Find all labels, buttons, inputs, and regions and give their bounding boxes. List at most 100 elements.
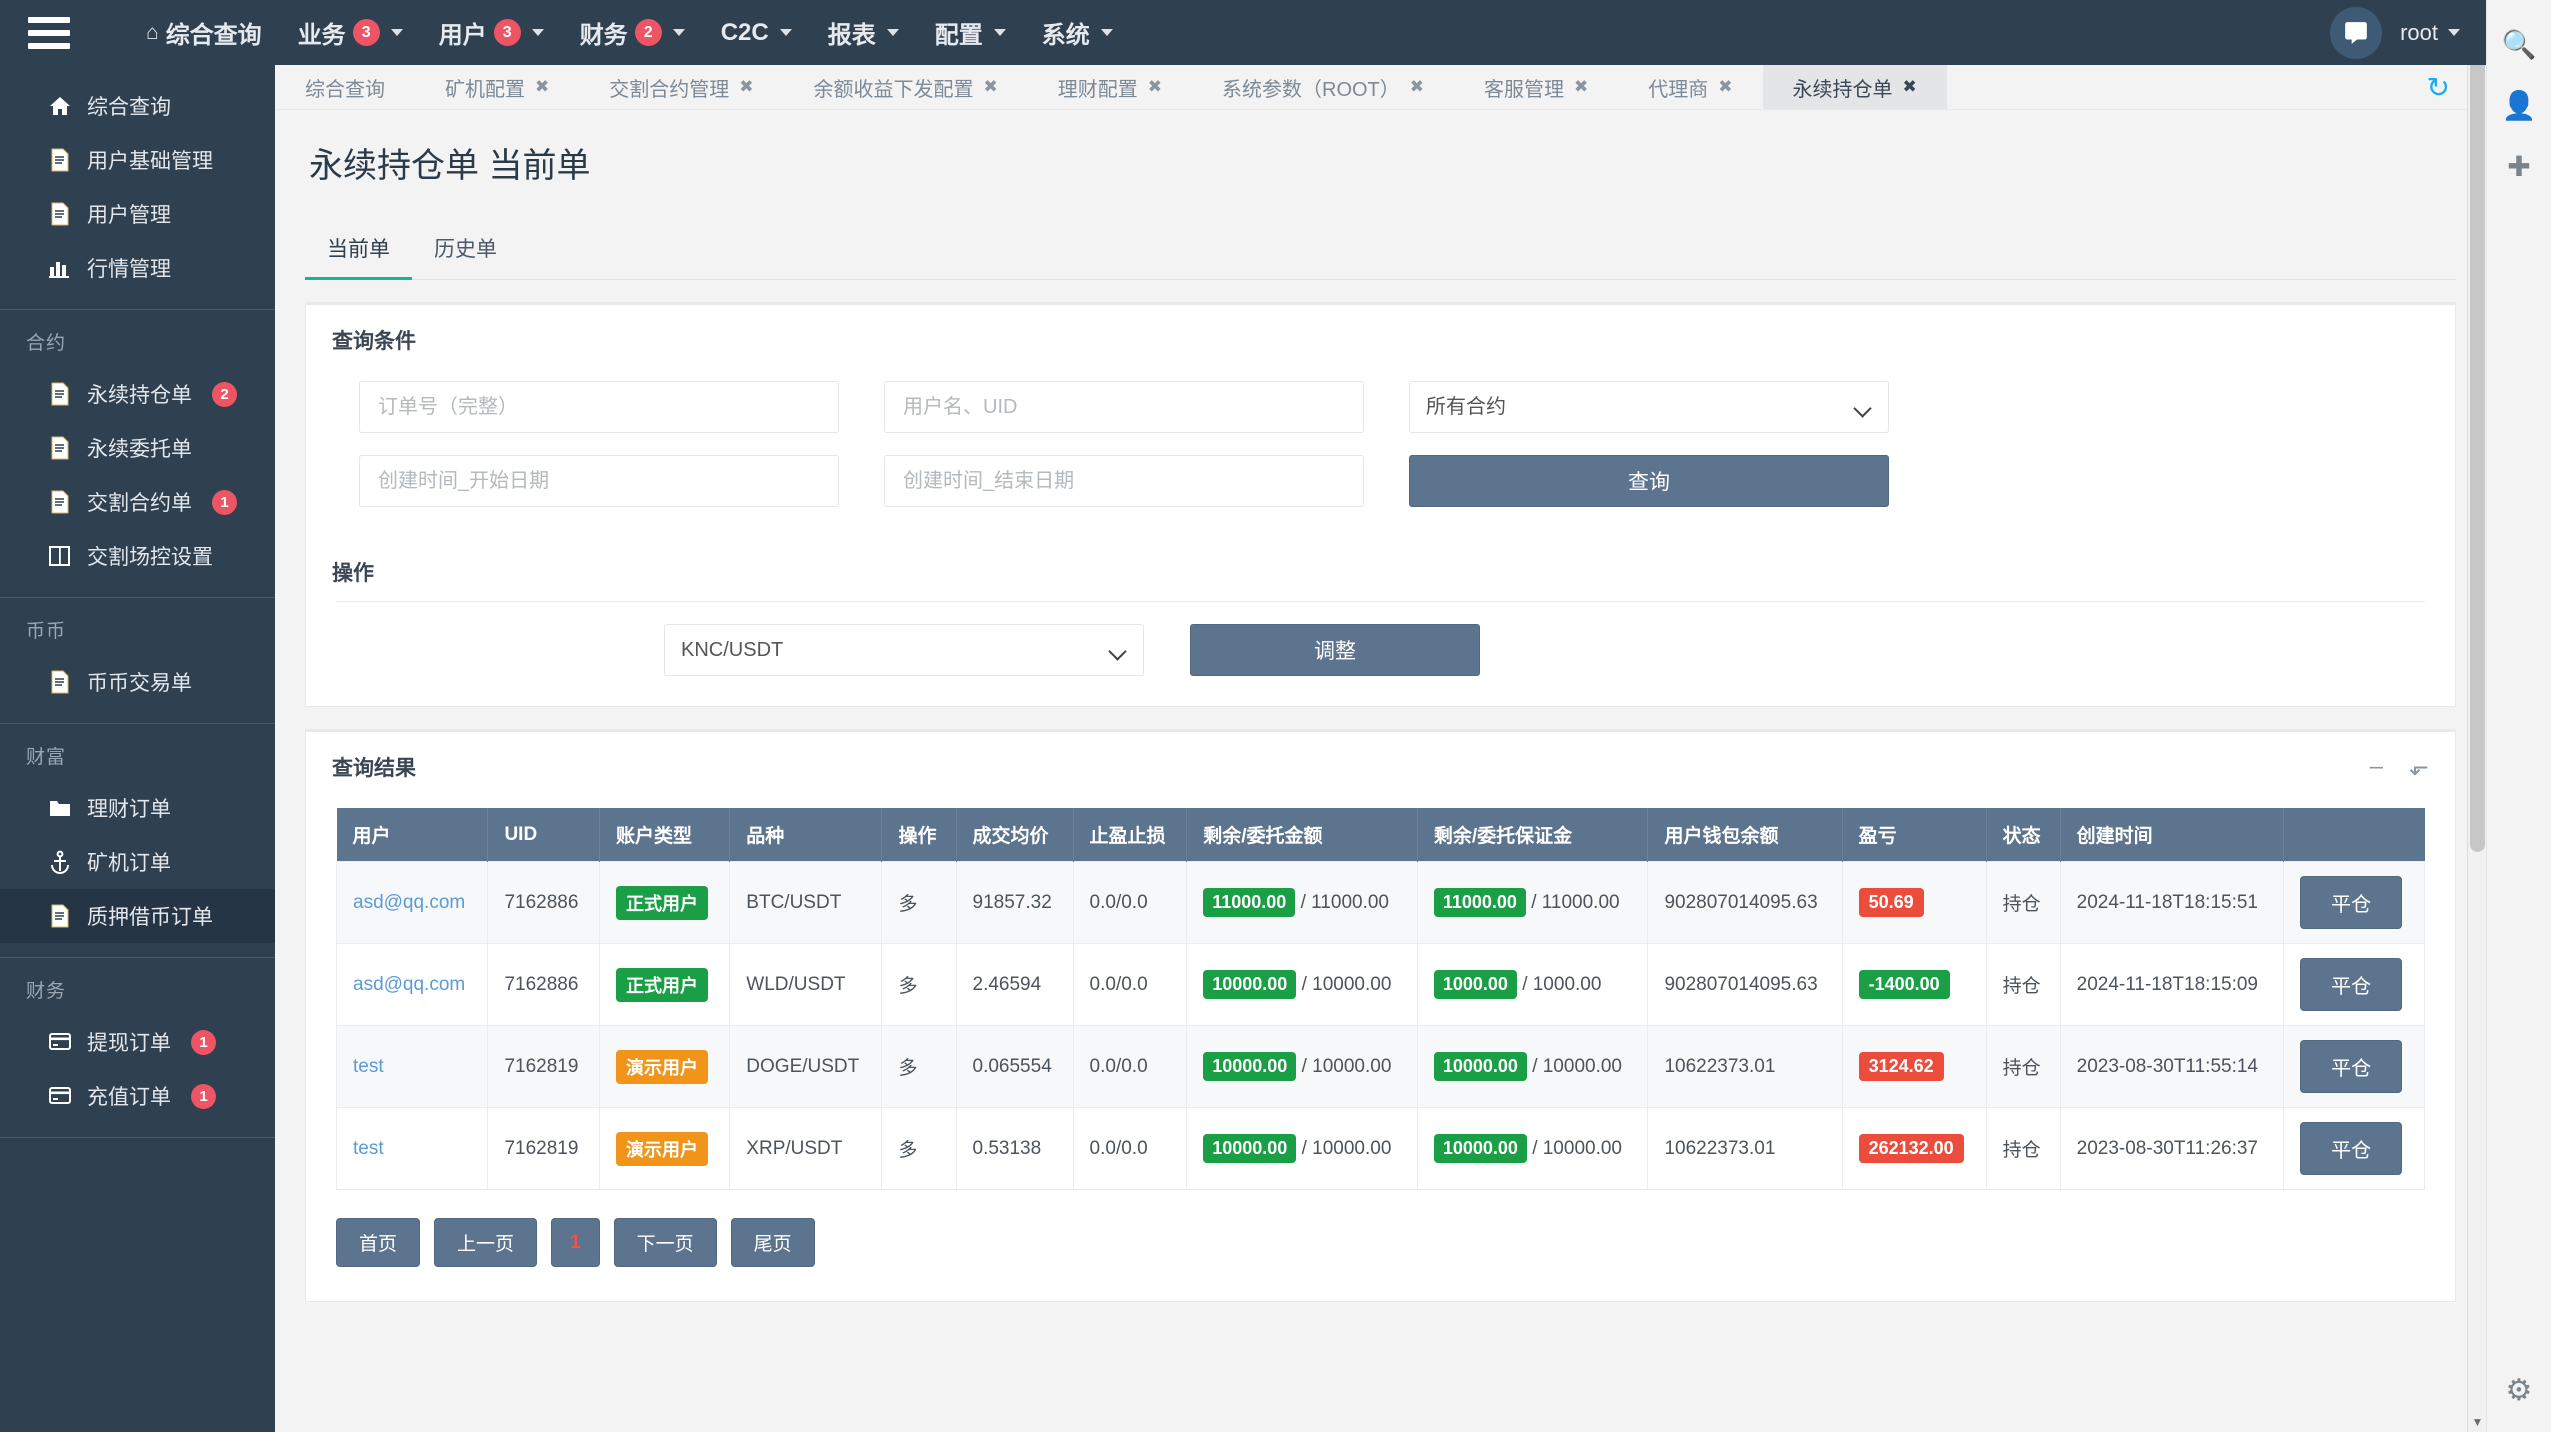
close-position-button[interactable]: 平仓	[2300, 958, 2403, 1011]
tab-7[interactable]: 代理商 ✖	[1618, 65, 1762, 109]
sub-tab-1[interactable]: 历史单	[412, 223, 519, 280]
tab-0[interactable]: 综合查询	[275, 65, 415, 109]
top-nav-item-1[interactable]: 业务 3	[280, 0, 421, 65]
sidebar-item-0-1[interactable]: 用户基础管理	[0, 133, 275, 187]
sidebar-group-header: 财富	[26, 747, 67, 768]
top-nav-item-0[interactable]: ⌂ 综合查询	[128, 0, 280, 65]
close-icon[interactable]: ✖	[1903, 77, 1917, 97]
sidebar-item-0-3[interactable]: 行情管理	[0, 241, 275, 295]
close-position-button[interactable]: 平仓	[2300, 876, 2403, 929]
symbol-select[interactable]: KNC/USDT	[664, 624, 1144, 676]
close-position-button[interactable]: 平仓	[2300, 1122, 2403, 1175]
sidebar-item-0-0[interactable]: 综合查询	[0, 79, 275, 133]
sidebar-item-3-0[interactable]: 理财订单	[0, 781, 275, 835]
sidebar-item-0-2[interactable]: 用户管理	[0, 187, 275, 241]
sidebar-item-badge: 1	[191, 1029, 216, 1055]
user-name-label: root	[2400, 19, 2438, 45]
top-nav-item-2[interactable]: 用户 3	[421, 0, 562, 65]
file-icon	[47, 148, 73, 172]
sub-tab-0[interactable]: 当前单	[305, 223, 412, 280]
search-button[interactable]: 查询	[1409, 455, 1889, 507]
close-icon[interactable]: ✖	[1148, 77, 1162, 97]
end-date-input[interactable]	[884, 455, 1364, 507]
sidebar-item-label: 永续委托单	[87, 438, 192, 461]
cell-uid: 7162886	[487, 861, 600, 944]
close-icon[interactable]: ✖	[739, 77, 753, 97]
close-icon[interactable]: ✖	[1410, 77, 1424, 97]
amount-total: / 10000.00	[1301, 974, 1392, 995]
sidebar-item-3-2[interactable]: 质押借币订单	[0, 889, 275, 943]
chat-icon	[2345, 21, 2367, 44]
tab-5[interactable]: 系统参数（ROOT） ✖	[1192, 65, 1454, 109]
top-nav-item-4[interactable]: C2C	[703, 0, 810, 65]
sidebar-item-2-0[interactable]: 币币交易单	[0, 655, 275, 709]
user-uid-input[interactable]	[884, 381, 1364, 433]
pagination-next-button[interactable]: 下一页	[613, 1218, 717, 1267]
pagination: 首页 上一页 1 下一页 尾页	[306, 1190, 2455, 1301]
search-icon[interactable]: 🔍	[2502, 28, 2537, 61]
cell-pnl: 3124.62	[1841, 1025, 1987, 1108]
vertical-scrollbar[interactable]: ▲ ▼	[2467, 0, 2486, 1432]
user-add-icon[interactable]: 👤	[2502, 89, 2537, 122]
sidebar-item-1-0[interactable]: 永续持仓单 2	[0, 367, 275, 421]
user-menu[interactable]: root	[2400, 20, 2460, 46]
user-link[interactable]: test	[353, 1138, 384, 1159]
sidebar-item-1-3[interactable]: 交割场控设置	[0, 529, 275, 583]
add-icon[interactable]: ✚	[2507, 150, 2530, 183]
top-nav-item-label: 财务	[579, 22, 628, 49]
sidebar-item-label: 质押借币订单	[87, 906, 213, 929]
user-link[interactable]: asd@qq.com	[353, 974, 465, 995]
cell-uid: 7162819	[487, 1025, 600, 1108]
cell-direction: 多	[881, 1025, 957, 1108]
pagination-current-button[interactable]: 1	[551, 1218, 600, 1267]
tp-sl-text: 0.0/0.0	[1089, 1137, 1148, 1159]
cell-action: 平仓	[2283, 1107, 2425, 1190]
tab-2[interactable]: 交割合约管理 ✖	[579, 65, 783, 109]
sidebar-item-1-1[interactable]: 永续委托单	[0, 421, 275, 475]
table-row: asd@qq.com 7162886 正式用户 WLD/USDT 多 2.46594 0.0…	[335, 943, 2425, 1026]
pagination-prev-button[interactable]: 上一页	[434, 1218, 538, 1267]
top-nav-item-3[interactable]: 财务 2	[562, 0, 703, 65]
close-position-button[interactable]: 平仓	[2300, 1040, 2403, 1093]
hamburger-menu-button[interactable]	[0, 0, 98, 65]
pagination-first-button[interactable]: 首页	[336, 1218, 421, 1267]
close-icon[interactable]: ✖	[535, 77, 549, 97]
results-table-body: asd@qq.com 7162886 正式用户 BTC/USDT 多 91857.32 0.…	[335, 861, 2425, 1190]
contract-select[interactable]: 所有合约	[1409, 381, 1889, 433]
cell-uid: 7162886	[487, 943, 600, 1026]
chat-button[interactable]	[2330, 6, 2383, 59]
panel-tools: – ⬐	[2370, 753, 2429, 782]
cell-margin: 11000.00 / 11000.00	[1416, 861, 1649, 944]
top-nav-item-5[interactable]: 报表	[810, 0, 917, 65]
tab-3[interactable]: 余额收益下发配置 ✖	[784, 65, 1028, 109]
user-link[interactable]: test	[353, 1056, 384, 1077]
adjust-button[interactable]: 调整	[1190, 624, 1480, 676]
close-icon[interactable]: ✖	[1574, 77, 1588, 97]
scrollbar-thumb[interactable]	[2470, 22, 2485, 852]
tab-1[interactable]: 矿机配置 ✖	[415, 65, 579, 109]
tab-6[interactable]: 客服管理 ✖	[1454, 65, 1618, 109]
sidebar-item-3-1[interactable]: 矿机订单	[0, 835, 275, 889]
pagination-last-button[interactable]: 尾页	[730, 1218, 815, 1267]
close-icon[interactable]: ✖	[1718, 77, 1732, 97]
expand-icon[interactable]: ⬐	[2409, 753, 2429, 782]
columns-icon	[47, 545, 73, 567]
top-nav-item-6[interactable]: 配置	[917, 0, 1024, 65]
sidebar-item-4-1[interactable]: 充值订单 1	[0, 1069, 275, 1123]
cell-action: 平仓	[2283, 943, 2425, 1026]
scroll-down-icon[interactable]: ▼	[2468, 1412, 2487, 1432]
sidebar-item-1-2[interactable]: 交割合约单 1	[0, 475, 275, 529]
order-no-input[interactable]	[359, 381, 839, 433]
tab-8[interactable]: 永续持仓单 ✖	[1762, 65, 1947, 109]
start-date-input[interactable]	[359, 455, 839, 507]
chevron-down-icon	[531, 29, 544, 36]
sidebar-item-4-0[interactable]: 提现订单 1	[0, 1015, 275, 1069]
close-icon[interactable]: ✖	[984, 77, 998, 97]
user-link[interactable]: asd@qq.com	[353, 892, 465, 913]
created-text: 2023-08-30T11:26:37	[2076, 1137, 2258, 1159]
tab-4[interactable]: 理财配置 ✖	[1028, 65, 1192, 109]
minus-icon[interactable]: –	[2370, 753, 2383, 782]
table-header-cell: 状态	[1986, 808, 2061, 862]
top-nav-item-7[interactable]: 系统	[1024, 0, 1131, 65]
gear-icon[interactable]: ⚙	[2506, 1373, 2533, 1408]
